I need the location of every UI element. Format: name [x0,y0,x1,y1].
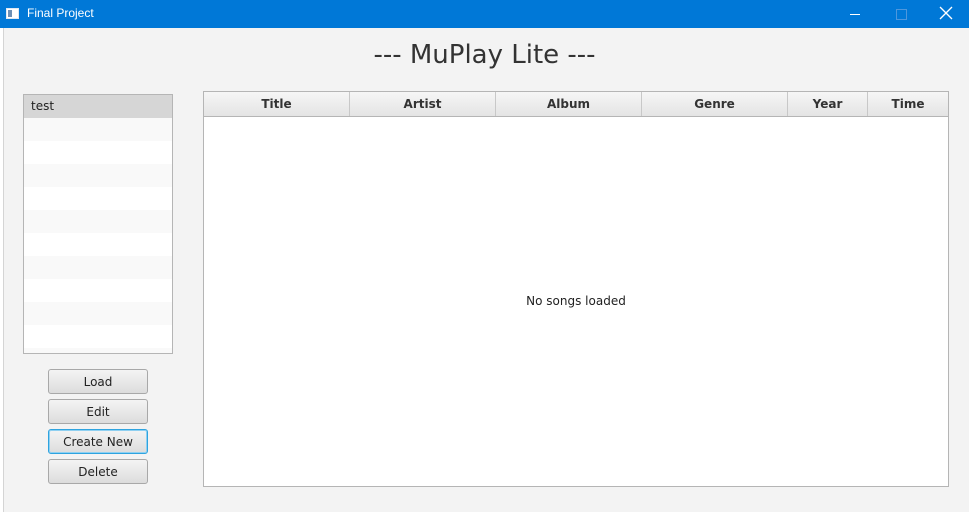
column-header-time[interactable]: Time [868,92,948,116]
maximize-icon [896,9,907,20]
window-title: Final Project [27,6,94,20]
maximize-button[interactable] [878,0,924,28]
playlist-empty-row [24,210,172,233]
app-window: Final Project --- MuPlay Lite --- test L… [0,0,969,512]
load-button[interactable]: Load [48,369,148,394]
playlist-empty-row [24,164,172,187]
app-heading: --- MuPlay Lite --- [373,40,596,70]
close-icon [939,6,953,20]
minimize-button[interactable] [832,0,878,28]
playlist-empty-row [24,141,172,164]
column-header-year[interactable]: Year [788,92,868,116]
playlist-empty-row [24,118,172,141]
edit-button[interactable]: Edit [48,399,148,424]
minimize-icon [850,14,860,15]
title-bar[interactable]: Final Project [0,0,969,28]
app-icon [6,8,19,19]
playlist-empty-row [24,187,172,210]
create-new-button[interactable]: Create New [48,429,148,454]
song-table[interactable]: Title Artist Album Genre Year Time No so… [203,91,949,487]
playlist-empty-row [24,348,172,353]
playlist-item[interactable]: test [24,95,172,118]
playlist-list[interactable]: test [23,94,173,354]
window-left-border [0,28,4,512]
playlist-empty-row [24,325,172,348]
column-header-artist[interactable]: Artist [350,92,496,116]
column-header-genre[interactable]: Genre [642,92,788,116]
playlist-empty-row [24,302,172,325]
playlist-empty-row [24,256,172,279]
column-header-album[interactable]: Album [496,92,642,116]
empty-table-placeholder: No songs loaded [526,294,626,308]
playlist-empty-row [24,233,172,256]
close-button[interactable] [923,0,969,28]
delete-button[interactable]: Delete [48,459,148,484]
playlist-empty-row [24,279,172,302]
column-header-title[interactable]: Title [204,92,350,116]
table-header: Title Artist Album Genre Year Time [204,92,948,117]
